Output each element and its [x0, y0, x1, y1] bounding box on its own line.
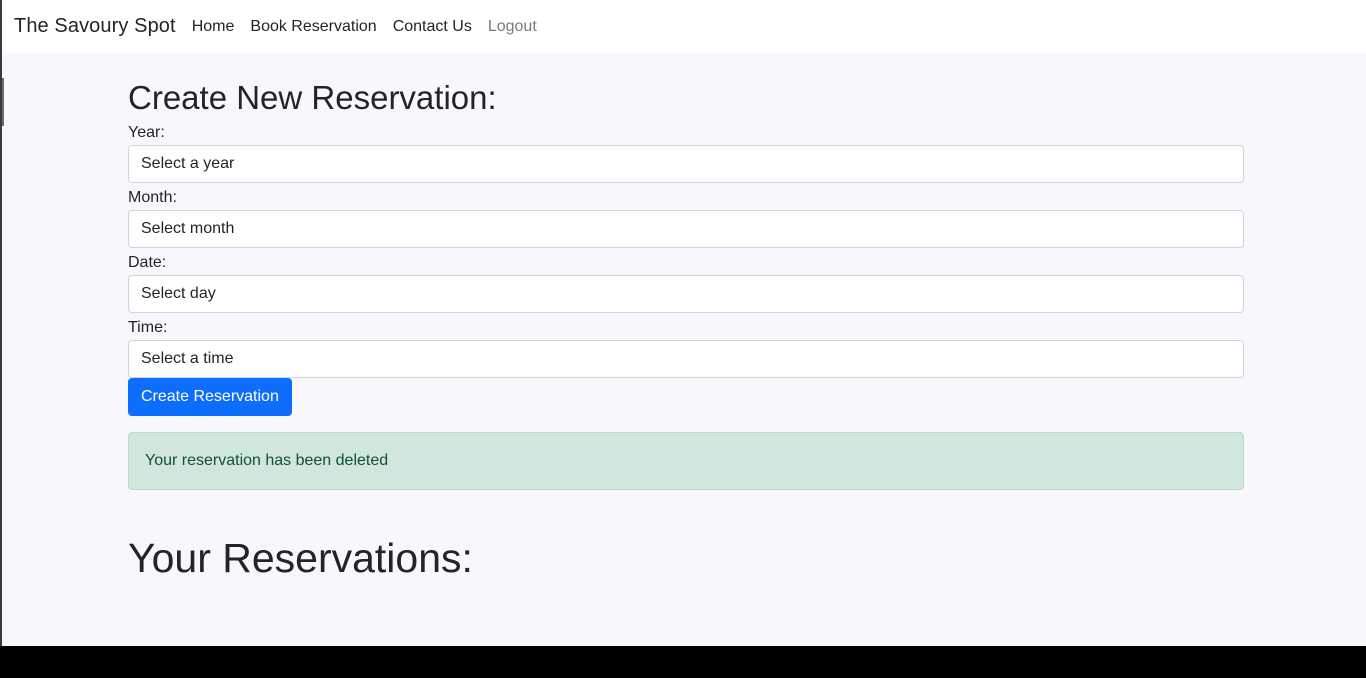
month-label: Month:: [128, 189, 177, 206]
nav-contact-us-link[interactable]: Contact Us: [393, 18, 472, 36]
nav-book-reservation-link[interactable]: Book Reservation: [250, 18, 376, 36]
month-select-value: Select month: [141, 220, 235, 237]
date-label: Date:: [128, 254, 167, 271]
year-select[interactable]: Select a year: [128, 145, 1244, 183]
time-select-value: Select a time: [141, 350, 234, 367]
create-reservation-heading: Create New Reservation:: [128, 79, 497, 116]
time-select[interactable]: Select a time: [128, 340, 1244, 378]
month-select[interactable]: Select month: [128, 210, 1244, 248]
time-label: Time:: [128, 319, 168, 336]
success-alert: Your reservation has been deleted: [128, 432, 1244, 490]
reservation-form: Year: Select a year Month: Select month …: [128, 124, 1244, 416]
window-edge: [2, 78, 4, 126]
create-reservation-button[interactable]: Create Reservation: [128, 378, 292, 416]
date-select-value: Select day: [141, 285, 216, 302]
navbar: The Savoury Spot Home Book Reservation C…: [2, 0, 1366, 53]
nav-logout-link[interactable]: Logout: [488, 18, 537, 36]
nav-home-link[interactable]: Home: [192, 18, 235, 36]
browser-viewport: The Savoury Spot Home Book Reservation C…: [0, 0, 1366, 646]
year-label: Year:: [128, 124, 165, 141]
year-select-value: Select a year: [141, 155, 235, 172]
date-select[interactable]: Select day: [128, 275, 1244, 313]
your-reservations-heading: Your Reservations:: [128, 535, 473, 581]
main-content: Create New Reservation: Year: Select a y…: [128, 78, 1244, 582]
alert-message: Your reservation has been deleted: [145, 452, 389, 469]
brand-link[interactable]: The Savoury Spot: [14, 15, 176, 38]
